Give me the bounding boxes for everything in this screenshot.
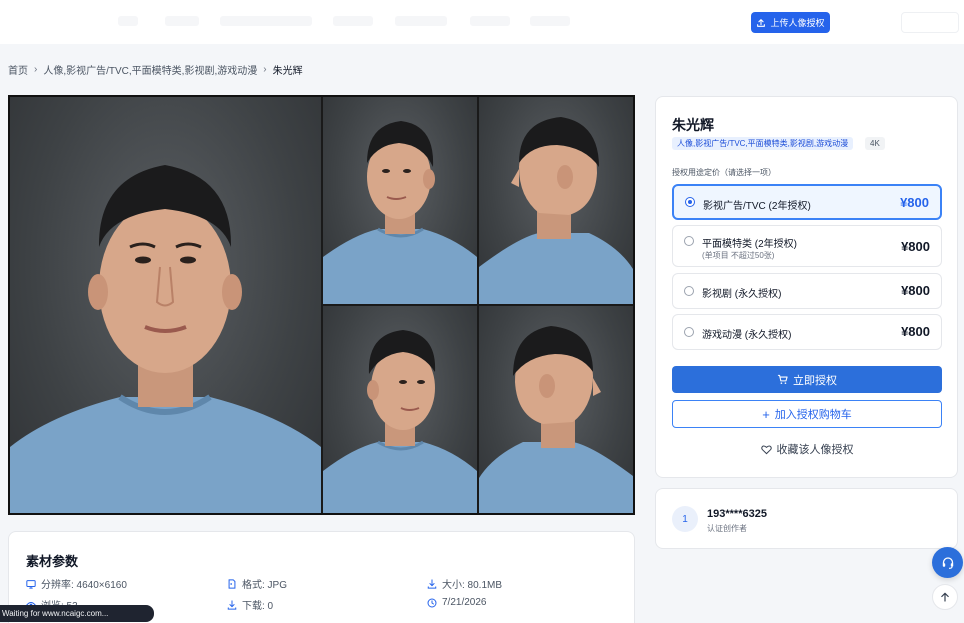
param-size: 大小: 80.1MB: [427, 576, 502, 591]
upload-icon: [757, 18, 766, 27]
param-downloads: 下载: 0: [227, 597, 273, 612]
creator-role: 认证创作者: [707, 524, 747, 533]
param-downloads-text: 下载: 0: [242, 601, 274, 612]
download-icon: [227, 599, 237, 610]
model-name: 朱光辉: [672, 117, 714, 133]
favorite-button-label: 收藏该人像授权: [776, 444, 854, 456]
breadcrumb-category[interactable]: 人像,影视广告/TVC,平面模特类,影视剧,游戏动漫: [43, 62, 257, 77]
buy-license-button[interactable]: 立即授权: [672, 366, 942, 393]
portrait-three-quarter-right-photo[interactable]: [323, 306, 477, 513]
option-sublabel: (单项目 不超过50张): [702, 251, 775, 260]
radio-button[interactable]: [684, 236, 694, 246]
buy-button-label: 立即授权: [793, 374, 837, 387]
param-format-text: 格式: JPG: [242, 580, 288, 591]
breadcrumb: 首页 › 人像,影视广告/TVC,平面模特类,影视剧,游戏动漫 › 朱光辉: [8, 62, 303, 77]
shopping-cart-icon: [777, 374, 788, 384]
file-image-icon: [228, 578, 236, 589]
login-button[interactable]: [901, 12, 959, 33]
portrait-front-photo[interactable]: [10, 97, 321, 513]
browser-status-toast: Waiting for www.ncaigc.com...: [0, 605, 154, 622]
param-date-text: 7/21/2026: [442, 597, 487, 608]
option-price: ¥800: [901, 283, 930, 298]
nav-item[interactable]: [165, 16, 199, 26]
option-label: 游戏动漫 (永久授权): [702, 330, 792, 341]
upload-portrait-button[interactable]: 上传人像授权: [751, 12, 830, 33]
nav-item[interactable]: [395, 16, 447, 26]
status-text: Waiting for www.ncaigc.com...: [2, 609, 109, 618]
back-to-top-button[interactable]: [932, 584, 958, 610]
add-to-cart-button[interactable]: + 加入授权购物车: [672, 400, 942, 428]
monitor-icon: [26, 579, 36, 589]
license-option-print-model[interactable]: 平面模特类 (2年授权) (单项目 不超过50张) ¥800: [672, 225, 942, 267]
creator-card[interactable]: 1 193****6325 认证创作者: [655, 488, 958, 549]
option-label: 影视剧 (永久授权): [702, 289, 782, 300]
breadcrumb-current: 朱光辉: [272, 66, 303, 77]
license-option-drama[interactable]: 影视剧 (永久授权) ¥800: [672, 273, 942, 309]
category-tag: 人像,影视广告/TVC,平面模特类,影视剧,游戏动漫: [672, 137, 854, 150]
radio-button[interactable]: [684, 286, 694, 296]
breadcrumb-home[interactable]: 首页: [8, 62, 28, 77]
nav-item[interactable]: [220, 16, 312, 26]
cart-button-label: 加入授权购物车: [774, 409, 852, 421]
option-label: 平面模特类 (2年授权): [702, 239, 797, 250]
option-price: ¥800: [901, 324, 930, 339]
clock-icon: [427, 597, 437, 608]
plus-icon: +: [762, 406, 770, 422]
param-resolution: 分辨率: 4640×6160: [26, 576, 127, 591]
option-label: 影视广告/TVC (2年授权): [703, 201, 811, 212]
licensing-panel: 朱光辉 人像,影视广告/TVC,平面模特类,影视剧,游戏动漫 4K 授权用途定价…: [655, 96, 958, 478]
headset-icon: [942, 556, 953, 569]
portrait-gallery: [8, 95, 635, 515]
nav-item[interactable]: [333, 16, 373, 26]
nav-item[interactable]: [470, 16, 510, 26]
portrait-three-quarter-left-photo[interactable]: [323, 97, 477, 304]
license-option-tvc[interactable]: 影视广告/TVC (2年授权) ¥800: [672, 184, 942, 220]
top-nav-bar: 上传人像授权: [0, 0, 964, 44]
download-icon: [427, 578, 437, 589]
customer-support-button[interactable]: [932, 547, 963, 578]
param-format: 格式: JPG: [227, 576, 287, 591]
upload-button-label: 上传人像授权: [770, 18, 825, 28]
creator-name: 193****6325: [707, 508, 767, 520]
heart-icon: [760, 445, 772, 454]
favorite-button[interactable]: 收藏该人像授权: [672, 436, 942, 462]
radio-button[interactable]: [684, 327, 694, 337]
chevron-right-icon: ›: [263, 64, 267, 75]
pricing-title: 授权用途定价（请选择一项）: [672, 168, 776, 177]
param-resolution-text: 分辨率: 4640×6160: [41, 580, 127, 591]
arrow-up-icon: [941, 592, 949, 602]
portrait-profile-right-photo[interactable]: [479, 97, 633, 304]
license-option-game-anime[interactable]: 游戏动漫 (永久授权) ¥800: [672, 314, 942, 350]
portrait-profile-left-photo[interactable]: [479, 306, 633, 513]
param-size-text: 大小: 80.1MB: [442, 580, 503, 591]
params-title: 素材参数: [26, 554, 79, 569]
param-date: 7/21/2026: [427, 597, 487, 608]
nav-item[interactable]: [118, 16, 138, 26]
option-price: ¥800: [900, 195, 929, 210]
chevron-right-icon: ›: [34, 64, 38, 75]
avatar: 1: [672, 506, 698, 532]
option-price: ¥800: [901, 239, 930, 254]
resolution-badge: 4K: [865, 137, 885, 150]
nav-item[interactable]: [530, 16, 570, 26]
radio-button[interactable]: [685, 197, 695, 207]
